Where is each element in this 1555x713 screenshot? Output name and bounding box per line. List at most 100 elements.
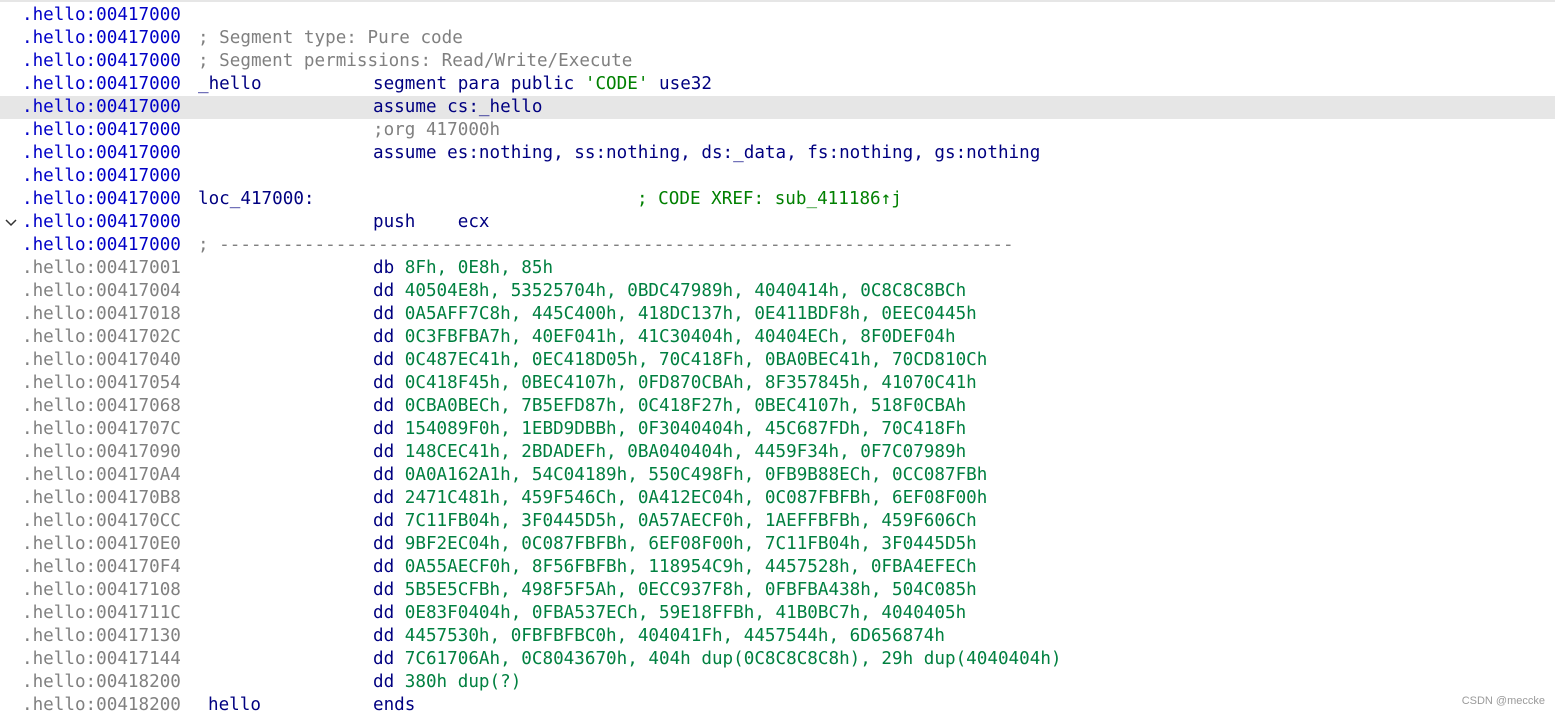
- mnemonic[interactable]: dd: [373, 281, 394, 301]
- operands[interactable]: 9BF2EC04h, 0C087FBFBh, 6EF08F00h, 7C11FB…: [405, 534, 977, 554]
- mnemonic[interactable]: dd: [373, 396, 394, 416]
- line-instruction[interactable]: dd 4457530h, 0FBFBFBC0h, 404041Fh, 44575…: [373, 625, 945, 648]
- mnemonic[interactable]: dd: [373, 419, 394, 439]
- line-address[interactable]: .hello:00417090: [22, 441, 181, 464]
- line-instruction[interactable]: dd 9BF2EC04h, 0C087FBFBh, 6EF08F00h, 7C1…: [373, 533, 977, 556]
- listing-line[interactable]: .hello:004170CC dd 7C11FB04h, 3F0445D5h, …: [0, 510, 1555, 533]
- line-address[interactable]: .hello:004170E0: [22, 533, 181, 556]
- operands[interactable]: 380h dup(?): [405, 672, 522, 692]
- listing-line[interactable]: .hello:00417000: [0, 165, 1555, 188]
- listing-line[interactable]: .hello:0041702C dd 0C3FBFBA7h, 40EF041h, …: [0, 326, 1555, 349]
- disassembly-listing[interactable]: .hello:00417000 .hello:00417000; Segment …: [0, 0, 1555, 713]
- line-address[interactable]: .hello:00417040: [22, 349, 181, 372]
- line-address[interactable]: .hello:00418200: [22, 671, 181, 694]
- listing-line[interactable]: .hello:00418200 hello ends: [0, 694, 1555, 713]
- line-instruction[interactable]: dd 7C11FB04h, 3F0445D5h, 0A57AECF0h, 1AE…: [373, 510, 977, 533]
- listing-line[interactable]: .hello:00417090 dd 148CEC41h, 2BDADEFh, 0…: [0, 441, 1555, 464]
- mnemonic[interactable]: dd: [373, 534, 394, 554]
- line-instruction[interactable]: assume es:nothing, ss:nothing, ds:_data,…: [373, 142, 1040, 165]
- line-instruction[interactable]: db 8Fh, 0E8h, 85h: [373, 257, 553, 280]
- mnemonic[interactable]: dd: [373, 350, 394, 370]
- operands[interactable]: 7C61706Ah, 0C8043670h, 404h dup(0C8C8C8C…: [405, 649, 1062, 669]
- mnemonic[interactable]: segment para public: [373, 74, 574, 94]
- mnemonic[interactable]: dd: [373, 488, 394, 508]
- line-address[interactable]: .hello:004170CC: [22, 510, 181, 533]
- line-instruction[interactable]: dd 0E83F0404h, 0FBA537ECh, 59E18FFBh, 41…: [373, 602, 966, 625]
- line-address[interactable]: .hello:00417068: [22, 395, 181, 418]
- line-instruction[interactable]: dd 0A5AFF7C8h, 445C400h, 418DC137h, 0E41…: [373, 303, 977, 326]
- line-address[interactable]: .hello:00417001: [22, 257, 181, 280]
- operands[interactable]: 0E83F0404h, 0FBA537ECh, 59E18FFBh, 41B0B…: [405, 603, 966, 623]
- line-address[interactable]: .hello:00418200: [22, 694, 181, 713]
- listing-line[interactable]: .hello:00417000 ; -----------------------…: [0, 234, 1555, 257]
- line-instruction[interactable]: dd 7C61706Ah, 0C8043670h, 404h dup(0C8C8…: [373, 648, 1062, 671]
- operands[interactable]: 0A5AFF7C8h, 445C400h, 418DC137h, 0E411BD…: [405, 304, 977, 324]
- mnemonic[interactable]: push: [373, 212, 415, 232]
- operands[interactable]: 5B5E5CFBh, 498F5F5Ah, 0ECC937F8h, 0FBFBA…: [405, 580, 977, 600]
- line-address[interactable]: .hello:00417000: [22, 96, 181, 119]
- line-instruction[interactable]: dd 0A55AECF0h, 8F56FBFBh, 118954C9h, 445…: [373, 556, 977, 579]
- operands[interactable]: 40504E8h, 53525704h, 0BDC47989h, 4040414…: [405, 281, 966, 301]
- operands[interactable]: 7C11FB04h, 3F0445D5h, 0A57AECF0h, 1AEFFB…: [405, 511, 977, 531]
- line-address[interactable]: .hello:0041711C: [22, 602, 181, 625]
- operands[interactable]: 0C487EC41h, 0EC418D05h, 70C418Fh, 0BA0BE…: [405, 350, 988, 370]
- mnemonic[interactable]: dd: [373, 442, 394, 462]
- line-address[interactable]: .hello:0041702C: [22, 326, 181, 349]
- listing-line[interactable]: .hello:00417000 ;org 417000h: [0, 119, 1555, 142]
- line-label[interactable]: loc_417000:: [198, 188, 315, 211]
- listing-line[interactable]: .hello:00417000 ; Segment permissions: Re…: [0, 50, 1555, 73]
- mnemonic[interactable]: assume es:nothing, ss:nothing, ds:_data,…: [373, 143, 1040, 163]
- operands[interactable]: 0A0A162A1h, 54C04189h, 550C498Fh, 0FB9B8…: [405, 465, 988, 485]
- line-address[interactable]: .hello:00417000: [22, 165, 181, 188]
- line-address[interactable]: .hello:00417144: [22, 648, 181, 671]
- mnemonic[interactable]: dd: [373, 465, 394, 485]
- operands[interactable]: 0A55AECF0h, 8F56FBFBh, 118954C9h, 445752…: [405, 557, 977, 577]
- chevron-down-icon[interactable]: [4, 211, 22, 234]
- mnemonic[interactable]: assume cs:_hello: [373, 97, 542, 117]
- listing-line[interactable]: .hello:004170A4 dd 0A0A162A1h, 54C04189h,…: [0, 464, 1555, 487]
- line-instruction[interactable]: dd 2471C481h, 459F546Ch, 0A412EC04h, 0C0…: [373, 487, 987, 510]
- mnemonic[interactable]: dd: [373, 649, 394, 669]
- operands[interactable]: 4457530h, 0FBFBFBC0h, 404041Fh, 4457544h…: [405, 626, 945, 646]
- listing-line[interactable]: .hello:00417068 dd 0CBA0BECh, 7B5EFD87h, …: [0, 395, 1555, 418]
- line-address[interactable]: .hello:0041707C: [22, 418, 181, 441]
- line-instruction[interactable]: dd 0CBA0BECh, 7B5EFD87h, 0C418F27h, 0BEC…: [373, 395, 966, 418]
- line-instruction[interactable]: dd 380h dup(?): [373, 671, 521, 694]
- mnemonic[interactable]: dd: [373, 580, 394, 600]
- operands[interactable]: 2471C481h, 459F546Ch, 0A412EC04h, 0C087F…: [405, 488, 988, 508]
- mnemonic[interactable]: dd: [373, 626, 394, 646]
- line-label[interactable]: _hello: [198, 73, 262, 96]
- operands[interactable]: 0CBA0BECh, 7B5EFD87h, 0C418F27h, 0BEC410…: [405, 396, 966, 416]
- mnemonic[interactable]: ends: [373, 695, 415, 713]
- listing-line[interactable]: .hello:00417000 push ecx: [0, 211, 1555, 234]
- operands[interactable]: 154089F0h, 1EBD9DBBh, 0F3040404h, 45C687…: [405, 419, 966, 439]
- line-address[interactable]: .hello:00417000: [22, 119, 181, 142]
- line-address[interactable]: .hello:004170F4: [22, 556, 181, 579]
- line-instruction[interactable]: assume cs:_hello: [373, 96, 542, 119]
- line-label[interactable]: hello: [208, 694, 261, 713]
- listing-line[interactable]: .hello:00417000 assume cs:_hello: [0, 96, 1555, 119]
- line-address[interactable]: .hello:004170B8: [22, 487, 181, 510]
- line-instruction[interactable]: dd 0A0A162A1h, 54C04189h, 550C498Fh, 0FB…: [373, 464, 987, 487]
- listing-line[interactable]: .hello:00417000 assume es:nothing, ss:not…: [0, 142, 1555, 165]
- line-instruction[interactable]: segment para public 'CODE' use32: [373, 73, 712, 96]
- mnemonic[interactable]: dd: [373, 511, 394, 531]
- listing-line[interactable]: .hello:004170E0 dd 9BF2EC04h, 0C087FBFBh,…: [0, 533, 1555, 556]
- listing-line[interactable]: .hello:00417018 dd 0A5AFF7C8h, 445C400h, …: [0, 303, 1555, 326]
- operands[interactable]: 0C3FBFBA7h, 40EF041h, 41C30404h, 40404EC…: [405, 327, 956, 347]
- mnemonic[interactable]: db: [373, 258, 394, 278]
- listing-line[interactable]: .hello:004170F4 dd 0A55AECF0h, 8F56FBFBh,…: [0, 556, 1555, 579]
- line-instruction[interactable]: dd 5B5E5CFBh, 498F5F5Ah, 0ECC937F8h, 0FB…: [373, 579, 977, 602]
- operands[interactable]: ecx: [458, 212, 490, 232]
- line-address[interactable]: .hello:00417000: [22, 211, 181, 234]
- listing-line[interactable]: .hello:00417054 dd 0C418F45h, 0BEC4107h, …: [0, 372, 1555, 395]
- line-instruction[interactable]: dd 0C487EC41h, 0EC418D05h, 70C418Fh, 0BA…: [373, 349, 987, 372]
- operands[interactable]: 148CEC41h, 2BDADEFh, 0BA040404h, 4459F34…: [405, 442, 966, 462]
- line-address[interactable]: .hello:00417000: [22, 188, 181, 211]
- operands[interactable]: 8Fh, 0E8h, 85h: [405, 258, 553, 278]
- mnemonic[interactable]: dd: [373, 603, 394, 623]
- line-address[interactable]: .hello:00417004: [22, 280, 181, 303]
- line-instruction[interactable]: ;org 417000h: [373, 119, 500, 142]
- listing-line[interactable]: .hello:00417130 dd 4457530h, 0FBFBFBC0h, …: [0, 625, 1555, 648]
- listing-line[interactable]: .hello:00417040 dd 0C487EC41h, 0EC418D05h…: [0, 349, 1555, 372]
